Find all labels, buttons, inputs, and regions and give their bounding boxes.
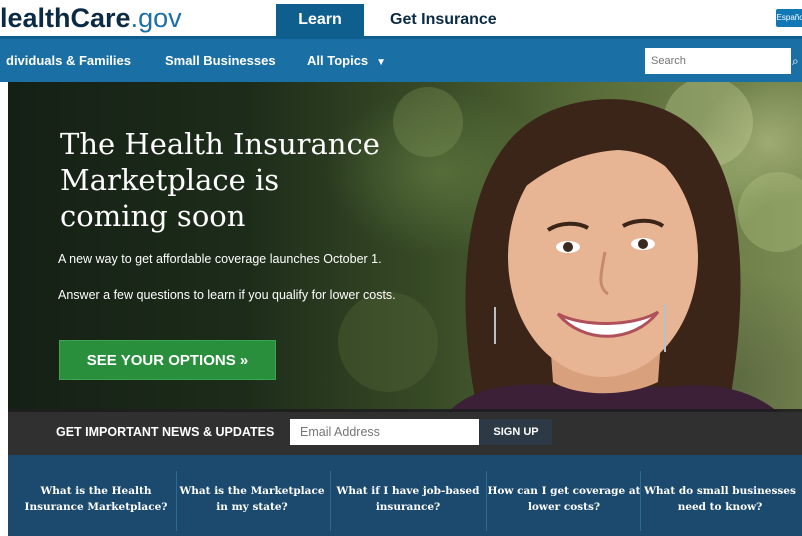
see-your-options-button[interactable]: SEE YOUR OPTIONS »: [59, 340, 276, 380]
email-signup-bar: GET IMPORTANT NEWS & UPDATES SIGN UP: [8, 409, 802, 455]
hero-headline-line-1: The Health Insurance: [60, 127, 380, 161]
question-link-state[interactable]: What is the Marketplace in my state?: [174, 483, 330, 515]
main-nav: dividuals & Families Small Businesses Al…: [0, 36, 802, 82]
nav-item-individuals[interactable]: dividuals & Families: [6, 51, 131, 71]
question-link-lower-costs[interactable]: How can I get coverage at lower costs?: [486, 483, 642, 515]
question-link-marketplace[interactable]: What is the Health Insurance Marketplace…: [18, 483, 174, 515]
sign-up-button[interactable]: SIGN UP: [480, 419, 552, 445]
hero-headline: The Health Insurance Marketplace is comi…: [60, 126, 420, 234]
logo-domain: .gov: [130, 3, 182, 33]
logo-text: lealthCare: [0, 3, 131, 33]
hero-headline-line-3: coming soon: [60, 199, 246, 233]
hero-banner: The Health Insurance Marketplace is comi…: [8, 82, 802, 412]
divider: [640, 471, 641, 531]
hero-headline-line-2: Marketplace is: [60, 163, 280, 197]
search-icon[interactable]: ⌕: [792, 48, 802, 74]
nav-item-all-topics-label: All Topics: [307, 53, 369, 68]
signup-label: GET IMPORTANT NEWS & UPDATES: [56, 425, 275, 439]
hero-subtext-2: Answer a few questions to learn if you q…: [58, 288, 396, 302]
question-link-job-based[interactable]: What if I have job-based insurance?: [330, 483, 486, 515]
chevron-down-icon: ▼: [376, 57, 387, 68]
tab-learn[interactable]: Learn: [276, 4, 364, 36]
healthcare-logo[interactable]: lealthCare.gov: [0, 2, 182, 34]
search-input[interactable]: [645, 48, 791, 74]
hero-subtext-1: A new way to get affordable coverage lau…: [58, 252, 382, 266]
email-field[interactable]: [290, 419, 479, 445]
questions-row: What is the Health Insurance Marketplace…: [8, 455, 802, 536]
top-bar: lealthCare.gov Learn Get Insurance Españ…: [0, 0, 802, 36]
nav-item-small-businesses[interactable]: Small Businesses: [165, 51, 276, 71]
tab-get-insurance[interactable]: Get Insurance: [390, 4, 497, 36]
nav-item-all-topics[interactable]: All Topics ▼: [307, 51, 386, 73]
question-link-small-businesses[interactable]: What do small businesses need to know?: [642, 483, 798, 515]
language-button[interactable]: Español: [776, 9, 802, 27]
